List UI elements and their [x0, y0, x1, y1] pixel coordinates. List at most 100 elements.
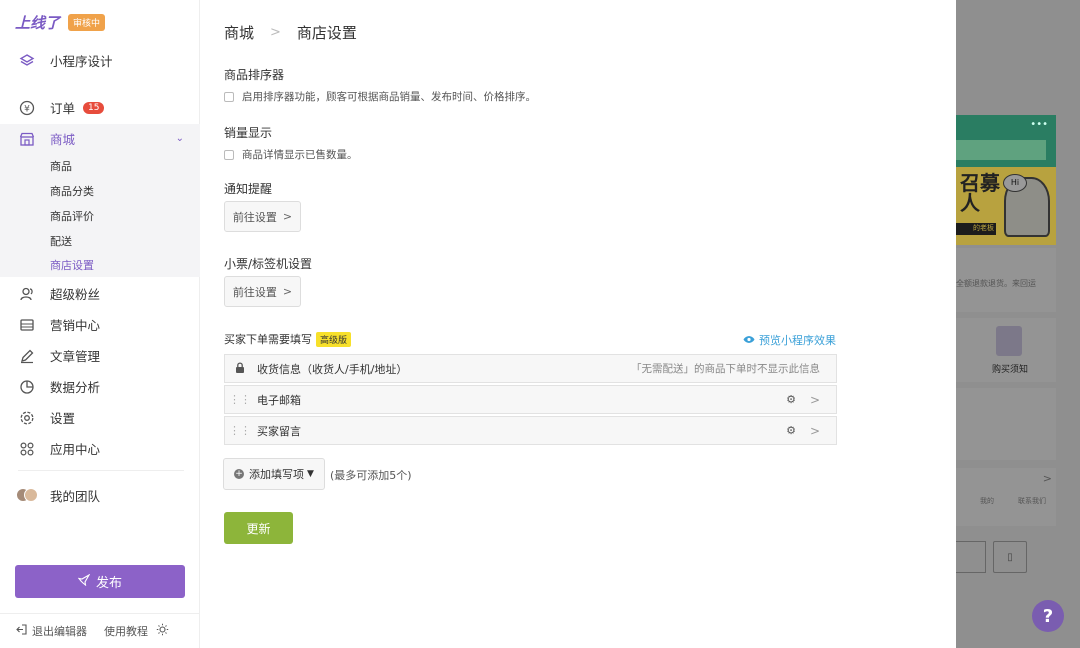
sidebar-item-super-fans[interactable]: 超级粉丝	[0, 278, 200, 309]
sorter-checkbox-label: 启用排序器功能，顾客可根据商品销量、发布时间、价格排序。	[242, 91, 536, 103]
brand-logo[interactable]: 上线了	[15, 12, 60, 33]
notify-settings-label: 前往设置	[232, 210, 277, 224]
preview-body-text: 全额退款退货。来回运	[956, 279, 1036, 288]
lock-icon	[229, 361, 251, 376]
brightness-icon[interactable]	[156, 623, 169, 639]
pie-chart-icon	[18, 378, 36, 396]
order-count-badge: 15	[83, 101, 105, 114]
rocket-icon	[77, 573, 91, 589]
sidebar-item-orders[interactable]: ¥ 订单 15	[0, 92, 200, 123]
promo-banner: 召募 人 Hi 的老板	[956, 167, 1056, 245]
chevron-right-icon: >	[270, 25, 281, 40]
banner-strip: 的老板	[956, 223, 996, 235]
gear-icon	[18, 409, 36, 427]
sidebar-item-marketing[interactable]: 营销中心	[0, 309, 200, 340]
purchase-notice-tile: 购买须知	[956, 318, 1056, 382]
drag-handle-icon[interactable]: ⋮⋮	[229, 424, 251, 437]
sidebar-item-label: 应用中心	[50, 442, 101, 457]
field-name: 买家留言	[257, 424, 301, 438]
brand: 上线了 审核中	[15, 12, 106, 33]
submenu-item-delivery[interactable]: 配送	[50, 233, 72, 249]
sidebar-item-team[interactable]: 我的团队	[0, 480, 200, 511]
sorter-checkbox[interactable]	[224, 91, 234, 102]
field-name: 收货信息（收货人/手机/地址）	[257, 362, 408, 376]
buyer-fields-title-text: 买家下单需要填写	[224, 333, 312, 346]
phone-header: •••	[956, 115, 1056, 167]
yen-icon: ¥	[18, 99, 36, 117]
breadcrumb-current: 商店设置	[296, 24, 357, 42]
sorter-title: 商品排序器	[224, 68, 285, 82]
gear-icon[interactable]: ⚙	[786, 393, 796, 406]
printer-settings-label: 前往设置	[232, 285, 277, 299]
tutorial-link[interactable]: 使用教程	[104, 623, 148, 639]
sales-checkbox-label: 商品详情显示已售数量。	[242, 149, 358, 161]
sidebar-item-label: 文章管理	[50, 349, 101, 364]
more-icon: •••	[1030, 119, 1048, 130]
notify-settings-button[interactable]: 前往设置 >	[224, 201, 301, 232]
submenu-item-categories[interactable]: 商品分类	[50, 183, 94, 199]
sidebar-item-articles[interactable]: 文章管理	[0, 340, 200, 371]
chevron-down-icon[interactable]: ⌄	[176, 133, 184, 144]
publish-button-label: 发布	[95, 576, 122, 591]
sidebar-item-mall[interactable]: 商城 ⌄	[0, 123, 200, 154]
add-field-label: 添加填写项	[249, 468, 305, 481]
add-field-button[interactable]: + 添加填写项 ▼	[223, 458, 325, 490]
field-row-message[interactable]: ⋮⋮ 买家留言 ⚙ >	[224, 416, 837, 445]
sidebar-item-label: 超级粉丝	[50, 287, 101, 302]
preview-link-label: 预览小程序效果	[759, 334, 836, 347]
sidebar-item-label: 我的团队	[50, 489, 101, 504]
tab-mine: 我的	[980, 497, 994, 505]
help-button[interactable]: ?	[1032, 600, 1064, 632]
drag-handle-icon[interactable]: ⋮⋮	[229, 393, 251, 406]
gear-icon[interactable]: ⚙	[786, 424, 796, 437]
submenu-item-reviews[interactable]: 商品评价	[50, 208, 94, 224]
review-status-badge: 审核中	[68, 14, 106, 31]
purchase-notice-label: 购买须知	[992, 365, 1029, 375]
sidebar: 上线了 审核中 小程序设计 ¥ 订单 15 商城 ⌄ 商品 商品分类 商品评价 …	[0, 0, 200, 648]
preview-input	[956, 541, 986, 573]
sidebar-item-settings[interactable]: 设置	[0, 402, 200, 433]
sidebar-item-label: 订单	[50, 101, 76, 116]
buyer-fields-title: 买家下单需要填写 高级版	[224, 331, 352, 347]
sales-option[interactable]: 商品详情显示已售数量。	[224, 147, 358, 162]
plus-circle-icon: +	[234, 469, 245, 479]
field-note: 「无需配送」的商品下单时不显示此信息	[631, 363, 820, 375]
submenu-item-products[interactable]: 商品	[50, 158, 72, 174]
field-row-email[interactable]: ⋮⋮ 电子邮箱 ⚙ >	[224, 385, 837, 414]
phone-search-bar	[956, 140, 1046, 160]
submenu-item-store-settings[interactable]: 商店设置	[50, 257, 94, 273]
sidebar-item-apps[interactable]: 应用中心	[0, 433, 200, 464]
avatar	[24, 487, 38, 502]
apps-icon	[18, 440, 36, 458]
chevron-right-icon[interactable]: >	[810, 424, 820, 438]
update-button[interactable]: 更新	[224, 512, 293, 544]
publish-button[interactable]: 发布	[15, 565, 185, 598]
team-avatars	[16, 487, 38, 504]
caret-down-icon: ▼	[307, 469, 314, 479]
chevron-right-icon: >	[282, 210, 293, 223]
banner-title: 召募 人	[960, 171, 1000, 215]
svg-text:¥: ¥	[24, 104, 30, 114]
add-field-limit-note: (最多可添加5个)	[330, 469, 412, 482]
exit-editor-link[interactable]: 退出编辑器	[32, 623, 87, 639]
main-content: 商城 > 商店设置 商品排序器 启用排序器功能，顾客可根据商品销量、发布时间、价…	[200, 0, 956, 648]
breadcrumb-root[interactable]: 商城	[224, 22, 254, 43]
sidebar-item-label: 营销中心	[50, 318, 101, 333]
pen-icon	[18, 347, 36, 365]
marketing-icon	[18, 316, 36, 334]
sidebar-item-label: 商城	[50, 132, 76, 147]
sidebar-item-design[interactable]: 小程序设计	[0, 45, 200, 76]
phone-tabbar: > 我的 联系我们	[956, 468, 1056, 526]
printer-settings-button[interactable]: 前往设置 >	[224, 276, 301, 307]
sorter-option[interactable]: 启用排序器功能，顾客可根据商品销量、发布时间、价格排序。	[224, 89, 536, 104]
mobile-preview-button[interactable]: ▯	[993, 541, 1027, 573]
sales-checkbox[interactable]	[224, 149, 234, 160]
phone-icon: ▯	[1007, 551, 1013, 563]
preview-overlay[interactable]: ••• 召募 人 Hi 的老板 全额退款退货。来回运 购买须知 > 我的 联系我…	[956, 0, 1080, 648]
chevron-right-icon[interactable]: >	[810, 393, 820, 407]
sidebar-item-analytics[interactable]: 数据分析	[0, 371, 200, 402]
speech-bubble: Hi	[1003, 174, 1027, 192]
preview-miniprogram-link[interactable]: 预览小程序效果	[743, 332, 836, 348]
fans-icon	[18, 285, 36, 303]
sidebar-item-label: 数据分析	[50, 380, 101, 395]
